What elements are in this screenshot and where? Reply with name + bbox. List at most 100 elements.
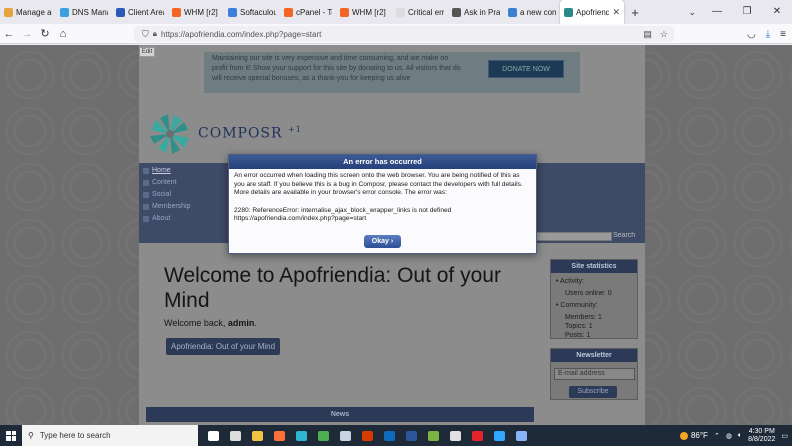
active-tab-favicon-icon [564,7,573,17]
pocket-icon[interactable]: ◡ [747,29,756,40]
office-icon[interactable] [356,425,378,446]
photos-icon[interactable] [444,425,466,446]
composr-logo-icon[interactable] [148,112,192,156]
browser-tab[interactable]: DNS Managen [56,0,112,24]
outlook-icon[interactable] [378,425,400,446]
task-view-icon[interactable] [202,425,224,446]
outlook-icon-glyph [383,430,395,441]
site-logo-text[interactable]: COMPOSR +1 [198,125,302,142]
notifications-icon[interactable]: ▭ [781,432,788,440]
reader-view-icon[interactable]: ▤ [643,29,652,40]
lightroom-icon-glyph [515,430,527,441]
site-title-button[interactable]: Apofriendia: Out of your Mind [166,338,281,355]
network-icon[interactable]: ◍ [726,432,732,440]
menu-item-membership[interactable]: Membership [142,201,191,213]
back-button[interactable]: ← [0,28,18,40]
word-icon[interactable] [400,425,422,446]
tab-label: Critical error [408,7,444,17]
tab-label: a new compo [520,7,556,17]
site-menu: Home Content Social Membership About [142,165,191,225]
dialog-title: An error has occurred [229,155,536,169]
volume-icon[interactable]: 🔈︎ [738,432,742,440]
close-tab-icon[interactable]: ✕ [612,7,620,18]
browser-tab[interactable]: Softaculous - [224,0,280,24]
lightroom-icon[interactable] [510,425,532,446]
donate-button[interactable]: DONATE NOW [488,60,564,78]
tab-active[interactable]: Apofriendia ✕ [560,0,624,24]
okay-button[interactable]: Okay › [364,235,401,248]
browser-tab[interactable]: WHM [r2] List [336,0,392,24]
browser-tab[interactable]: cPanel - Tools [280,0,336,24]
navigation-toolbar: ← → ↻ ⌂ ⛉ 🔒︎ https://apofriendia.com/ind… [0,24,792,44]
activity-label: Activity: [551,277,637,286]
newsletter-email-input[interactable]: E-mail address [554,368,635,380]
newsletter-title: Newsletter [551,349,637,362]
widgets-icon[interactable] [224,425,246,446]
taskbar-search-input[interactable]: ⚲ Type here to search [22,425,198,446]
menu-item-content[interactable]: Content [142,177,191,189]
new-tab-button[interactable]: + [624,5,646,20]
forward-button[interactable]: → [18,28,36,40]
browser-tab[interactable]: WHM [r2] List [168,0,224,24]
lock-icon[interactable]: 🔒︎ [153,29,157,39]
file-explorer-icon-glyph [251,430,263,441]
site-search-input[interactable] [530,232,612,241]
address-bar[interactable]: ⛉ 🔒︎ https://apofriendia.com/index.php?p… [134,26,674,42]
list-tabs-icon[interactable]: ⌄ [688,0,696,24]
start-button[interactable] [0,425,22,446]
menu-icon[interactable]: ≡ [780,29,786,40]
minecraft-icon[interactable] [422,425,444,446]
task-view-icon-glyph [207,430,219,441]
weather-temp: 86°F [690,431,708,440]
tab-label: DNS Managen [72,7,108,17]
edge-icon[interactable] [290,425,312,446]
menu-item-about[interactable]: About [142,213,191,225]
bookmark-star-icon[interactable]: ☆ [660,29,668,40]
widgets-icon-glyph [229,430,241,441]
acrobat-icon-glyph [471,430,483,441]
file-explorer-icon[interactable] [246,425,268,446]
minimize-button[interactable]: — [702,0,732,24]
menu-item-home[interactable]: Home [142,165,191,177]
clock[interactable]: 4:30 PM 8/8/2022 [748,428,775,444]
photoshop-icon[interactable] [488,425,510,446]
edge-icon-glyph [295,430,307,441]
browser-tab[interactable]: Client Area - [112,0,168,24]
menu-item-social[interactable]: Social [142,189,191,201]
clock-time: 4:30 PM [748,427,775,435]
weather-widget[interactable]: 86°F [679,431,708,440]
tab-label: cPanel - Tools [296,7,332,17]
downloads-icon[interactable]: ⤓ [766,29,770,40]
edit-button[interactable]: Edit [139,47,155,57]
members-count: Members: 1 [565,314,602,321]
tab-favicon-icon [340,7,349,17]
community-label: Community: [551,301,637,310]
url-text[interactable]: https://apofriendia.com/index.php?page=s… [161,30,321,39]
acrobat-icon[interactable] [466,425,488,446]
steam-icon[interactable] [334,425,356,446]
browser-tab[interactable]: Ask in Prayer [448,0,504,24]
browser-tab[interactable]: Critical error [392,0,448,24]
close-window-button[interactable]: ✕ [762,0,792,24]
subscribe-button[interactable]: Subscribe [569,386,617,398]
active-tab-label: Apofriendia [576,7,610,17]
windows-taskbar: ⚲ Type here to search 86°F ⌃ ◍ 🔈︎ 4:30 P… [0,425,792,446]
firefox-icon[interactable] [268,425,290,446]
restore-button[interactable]: ❐ [732,0,762,24]
firefox-icon-glyph [273,430,285,441]
page-title: Welcome to Apofriendia: Out of your Mind [164,264,501,312]
photoshop-icon-glyph [493,430,505,441]
welcome-back-prefix: Welcome back, [164,318,228,328]
donate-text: Maintaining our site is very expensive a… [212,55,461,82]
chevron-up-icon[interactable]: ⌃ [714,432,720,440]
reload-button[interactable]: ↻ [36,27,54,40]
shield-icon[interactable]: ⛉ [142,29,149,40]
browser-tab[interactable]: a new compo [504,0,560,24]
chevron-right-icon: › [390,238,394,245]
home-button[interactable]: ⌂ [54,28,72,40]
chrome-icon-glyph [317,430,329,441]
site-search-button[interactable]: Search [613,232,635,239]
welcome-back-username[interactable]: admin [228,318,255,328]
browser-tab[interactable]: Manage activ [0,0,56,24]
chrome-icon[interactable] [312,425,334,446]
